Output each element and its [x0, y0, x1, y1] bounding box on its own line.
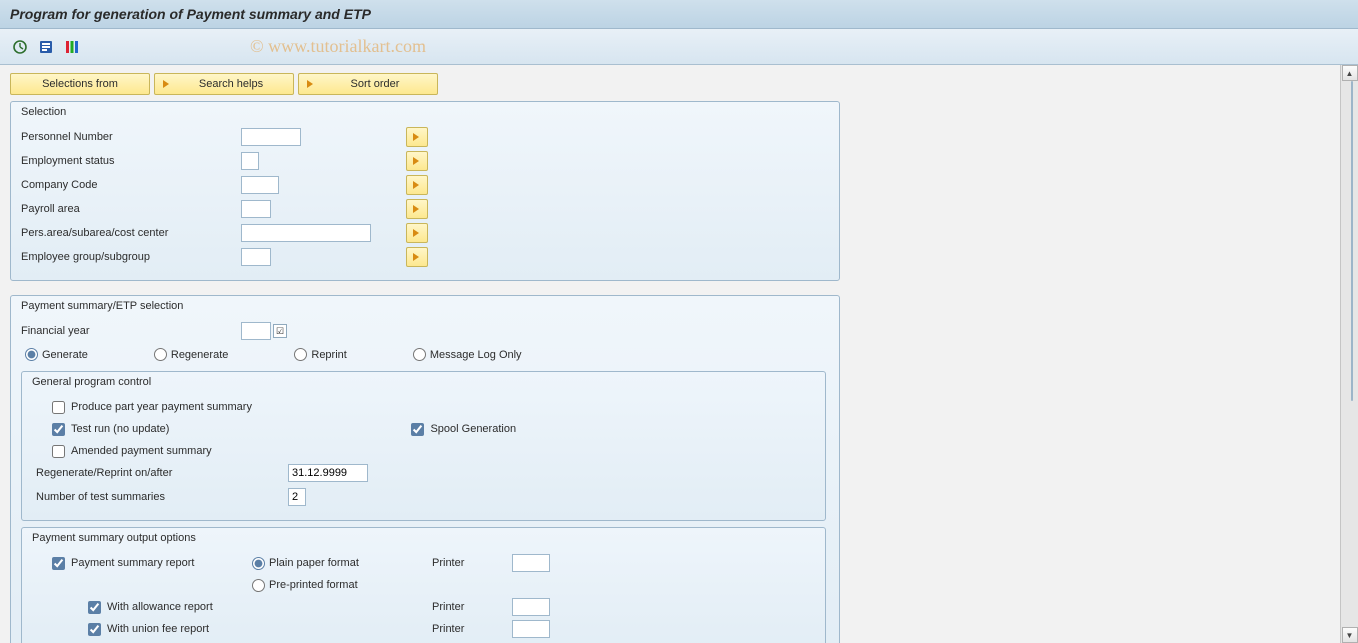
app-toolbar: [0, 29, 1358, 65]
produce-part-year-checkbox[interactable]: Produce part year payment summary: [52, 401, 252, 414]
personnel-number-label: Personnel Number: [21, 131, 241, 143]
printer-label-1: Printer: [432, 557, 512, 569]
general-legend: General program control: [32, 372, 815, 396]
selections-from-button[interactable]: Selections from: [10, 73, 150, 95]
num-test-label: Number of test summaries: [36, 491, 288, 503]
search-helps-label: Search helps: [199, 78, 263, 90]
spool-generation-checkbox[interactable]: Spool Generation: [411, 423, 516, 436]
test-run-input[interactable]: [52, 423, 65, 436]
selection-group: Selection Personnel Number Employment st…: [10, 101, 840, 281]
pers-area-multi-button[interactable]: [406, 223, 428, 243]
pers-area-label: Pers.area/subarea/cost center: [21, 227, 241, 239]
reprint-radio[interactable]: Reprint: [294, 348, 346, 361]
arrow-right-icon: [159, 76, 175, 92]
employee-group-input[interactable]: [241, 248, 271, 266]
with-allowance-label: With allowance report: [107, 601, 213, 613]
regenerate-radio-input[interactable]: [154, 348, 167, 361]
printer-label-2: Printer: [432, 601, 512, 613]
arrow-right-icon: [303, 76, 319, 92]
scroll-up-button[interactable]: ▲: [1342, 65, 1358, 81]
pers-area-input[interactable]: [241, 224, 371, 242]
payment-summary-report-label: Payment summary report: [71, 557, 194, 569]
vertical-scrollbar[interactable]: ▲ ▼: [1340, 65, 1358, 643]
regenerate-radio[interactable]: Regenerate: [154, 348, 229, 361]
preprinted-radio-label: Pre-printed format: [269, 579, 358, 591]
search-help-icon[interactable]: ☑: [273, 324, 287, 338]
plain-paper-radio[interactable]: Plain paper format: [252, 557, 359, 570]
generate-radio-input[interactable]: [25, 348, 38, 361]
color-legend-icon[interactable]: [62, 37, 82, 57]
company-code-input[interactable]: [241, 176, 279, 194]
with-allowance-input[interactable]: [88, 601, 101, 614]
printer-label-3: Printer: [432, 623, 512, 635]
test-run-checkbox[interactable]: Test run (no update): [52, 423, 169, 436]
selections-from-label: Selections from: [42, 78, 118, 90]
message-log-radio-label: Message Log Only: [430, 349, 522, 361]
search-helps-button[interactable]: Search helps: [154, 73, 294, 95]
action-button-row: Selections from Search helps Sort order: [10, 73, 1330, 95]
generate-radio[interactable]: Generate: [25, 348, 88, 361]
printer-input-2[interactable]: [512, 598, 550, 616]
sort-order-label: Sort order: [351, 78, 400, 90]
with-union-input[interactable]: [88, 623, 101, 636]
mode-radio-group: Generate Regenerate Reprint Message Log …: [21, 344, 829, 365]
printer-input-3[interactable]: [512, 620, 550, 638]
scroll-thumb[interactable]: [1351, 81, 1353, 401]
employment-status-multi-button[interactable]: [406, 151, 428, 171]
personnel-number-input[interactable]: [241, 128, 301, 146]
output-options-group: Payment summary output options Payment s…: [21, 527, 826, 643]
company-code-label: Company Code: [21, 179, 241, 191]
with-union-checkbox[interactable]: With union fee report: [88, 623, 209, 636]
generate-radio-label: Generate: [42, 349, 88, 361]
selection-legend: Selection: [21, 102, 829, 126]
amended-summary-checkbox[interactable]: Amended payment summary: [52, 445, 212, 458]
produce-part-year-input[interactable]: [52, 401, 65, 414]
page-title: Program for generation of Payment summar…: [10, 6, 371, 22]
amended-summary-label: Amended payment summary: [71, 445, 212, 457]
financial-year-input[interactable]: [241, 322, 271, 340]
payroll-area-input[interactable]: [241, 200, 271, 218]
payroll-area-label: Payroll area: [21, 203, 241, 215]
variant-icon[interactable]: [36, 37, 56, 57]
regen-date-input[interactable]: [288, 464, 368, 482]
etp-selection-group: Payment summary/ETP selection Financial …: [10, 295, 840, 643]
employment-status-input[interactable]: [241, 152, 259, 170]
with-allowance-checkbox[interactable]: With allowance report: [88, 601, 213, 614]
payment-summary-report-input[interactable]: [52, 557, 65, 570]
regenerate-radio-label: Regenerate: [171, 349, 229, 361]
printer-input-1[interactable]: [512, 554, 550, 572]
output-legend: Payment summary output options: [32, 528, 815, 552]
preprinted-radio[interactable]: Pre-printed format: [252, 579, 358, 592]
test-run-label: Test run (no update): [71, 423, 169, 435]
employee-group-label: Employee group/subgroup: [21, 251, 241, 263]
amended-summary-input[interactable]: [52, 445, 65, 458]
reprint-radio-label: Reprint: [311, 349, 346, 361]
plain-paper-radio-label: Plain paper format: [269, 557, 359, 569]
personnel-number-multi-button[interactable]: [406, 127, 428, 147]
plain-paper-radio-input[interactable]: [252, 557, 265, 570]
regen-date-label: Regenerate/Reprint on/after: [36, 467, 288, 479]
num-test-input[interactable]: [288, 488, 306, 506]
general-program-control-group: General program control Produce part yea…: [21, 371, 826, 521]
execute-icon[interactable]: [10, 37, 30, 57]
title-bar: Program for generation of Payment summar…: [0, 0, 1358, 29]
preprinted-radio-input[interactable]: [252, 579, 265, 592]
sort-order-button[interactable]: Sort order: [298, 73, 438, 95]
financial-year-label: Financial year: [21, 325, 241, 337]
etp-legend: Payment summary/ETP selection: [21, 296, 829, 320]
payroll-area-multi-button[interactable]: [406, 199, 428, 219]
message-log-radio[interactable]: Message Log Only: [413, 348, 522, 361]
work-area: Selections from Search helps Sort order …: [0, 65, 1340, 643]
reprint-radio-input[interactable]: [294, 348, 307, 361]
payment-summary-report-checkbox[interactable]: Payment summary report: [52, 557, 194, 570]
with-union-label: With union fee report: [107, 623, 209, 635]
company-code-multi-button[interactable]: [406, 175, 428, 195]
spool-generation-label: Spool Generation: [430, 423, 516, 435]
employment-status-label: Employment status: [21, 155, 241, 167]
employee-group-multi-button[interactable]: [406, 247, 428, 267]
message-log-radio-input[interactable]: [413, 348, 426, 361]
produce-part-year-label: Produce part year payment summary: [71, 401, 252, 413]
scroll-down-button[interactable]: ▼: [1342, 627, 1358, 643]
spool-generation-input[interactable]: [411, 423, 424, 436]
